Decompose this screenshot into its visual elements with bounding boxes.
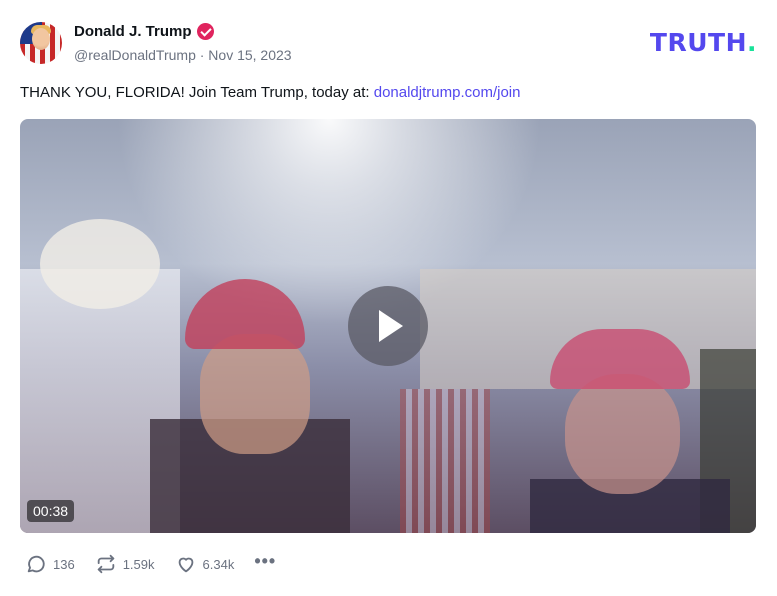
truth-logo[interactable]: TRUTH. xyxy=(650,28,757,57)
avatar[interactable] xyxy=(20,22,62,64)
post-link[interactable]: donaldjtrump.com/join xyxy=(374,84,521,101)
play-icon[interactable] xyxy=(348,286,428,366)
like-button[interactable]: 6.34k xyxy=(175,553,235,575)
reply-icon xyxy=(27,555,45,573)
video-frame-shape xyxy=(565,374,680,494)
video-frame-shape xyxy=(200,334,310,454)
like-count: 6.34k xyxy=(202,556,235,572)
retruth-count: 1.59k xyxy=(122,556,155,572)
logo-text: TRUTH xyxy=(649,28,747,57)
video-frame-shape xyxy=(185,279,305,349)
post-text: THANK YOU, FLORIDA! Join Team Trump, tod… xyxy=(20,84,520,101)
author-row: Donald J. Trump xyxy=(74,23,214,40)
heart-icon xyxy=(178,557,193,573)
action-bar: 136 1.59k 6.34k ••• xyxy=(25,551,296,575)
more-button[interactable]: ••• xyxy=(254,551,276,572)
avatar-face xyxy=(32,28,50,50)
logo-dot: . xyxy=(747,28,757,57)
more-icon: ••• xyxy=(254,550,277,571)
reply-button[interactable]: 136 xyxy=(25,553,75,575)
video-duration: 00:38 xyxy=(27,500,75,522)
video-player[interactable]: 00:38 xyxy=(20,119,756,533)
post-text-body: THANK YOU, FLORIDA! Join Team Trump, tod… xyxy=(20,84,374,101)
author-name[interactable]: Donald J. Trump xyxy=(74,23,192,40)
handle-and-date[interactable]: @realDonaldTrump · Nov 15, 2023 xyxy=(74,47,292,63)
retruth-icon xyxy=(97,554,114,574)
retruth-button[interactable]: 1.59k xyxy=(95,553,155,575)
video-frame-shape xyxy=(40,219,160,309)
verified-badge-icon xyxy=(196,23,214,40)
video-frame-shape xyxy=(400,389,490,533)
post-header: Donald J. Trump @realDonaldTrump · Nov 1… xyxy=(20,22,757,66)
reply-count: 136 xyxy=(53,556,75,572)
